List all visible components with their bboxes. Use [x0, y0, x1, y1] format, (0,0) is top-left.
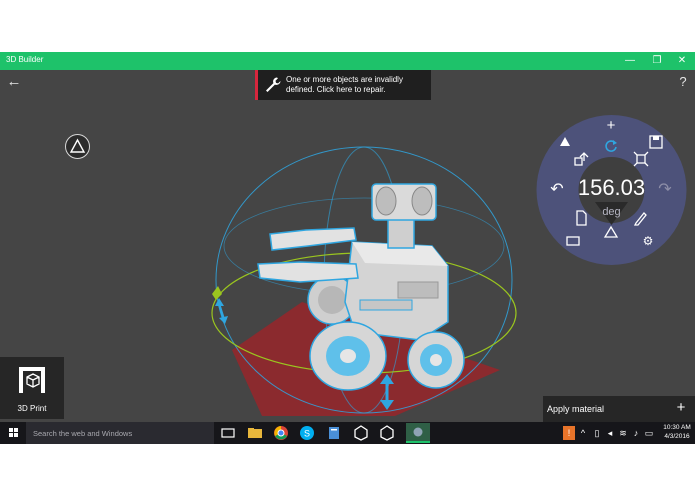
restore-button[interactable]: ❐ [644, 53, 670, 69]
clock-time: 10:30 AM [663, 424, 691, 431]
svg-text:S: S [304, 429, 310, 439]
add-material-button[interactable]: + [673, 399, 689, 417]
chevron-up-icon[interactable]: ^ [577, 426, 589, 440]
file-explorer-icon[interactable] [243, 423, 267, 443]
wrench-icon [266, 77, 281, 92]
scale-icon[interactable] [633, 151, 649, 167]
files-icon[interactable] [322, 423, 346, 443]
app-title: 3D Builder [6, 55, 44, 64]
windows-start-icon[interactable] [3, 424, 23, 442]
title-bar: 3D Builder — ❐ ✕ [0, 52, 695, 70]
minimize-button[interactable]: — [617, 53, 643, 69]
repair-notification[interactable]: One or more objects are invalidly define… [255, 70, 431, 100]
rectangle-icon[interactable] [565, 233, 581, 249]
close-button[interactable]: ✕ [669, 53, 695, 69]
move-icon[interactable] [573, 151, 589, 167]
paint-icon[interactable] [557, 134, 573, 150]
rotate-handle-icon[interactable] [212, 286, 228, 324]
apply-material-label: Apply material [547, 404, 605, 414]
notification-badge-icon[interactable]: ! [563, 426, 575, 440]
apply-material-button[interactable]: Apply material + [543, 396, 695, 422]
speaker-icon[interactable]: ♪ [630, 426, 642, 440]
skype-icon[interactable]: S [295, 423, 319, 443]
wifi-icon[interactable]: ≋ [617, 426, 629, 440]
triangle-mode-button[interactable] [65, 134, 90, 159]
taskbar-search[interactable]: Search the web and Windows [26, 422, 214, 444]
edit-icon[interactable] [633, 210, 649, 226]
3d-print-label: 3D Print [17, 404, 47, 413]
notification-message: One or more objects are invalidly define… [286, 75, 403, 94]
help-button[interactable]: ? [676, 74, 690, 90]
settings-icon[interactable]: ⚙ [640, 233, 656, 249]
undo-button[interactable]: ↶ [549, 182, 565, 198]
3d-print-button[interactable]: 3D Print [0, 357, 64, 419]
taskbar: Search the web and Windows S ! ^ ▯ ◂ ≋ ♪… [0, 422, 695, 444]
task-view-icon[interactable] [216, 423, 240, 443]
radial-tool-dial[interactable]: + ↶ ↷ 156.03 deg ⚙ [535, 114, 688, 266]
save-icon[interactable] [648, 134, 664, 150]
3d-builder-taskbar-icon[interactable] [406, 423, 430, 443]
screen: 3D Builder — ❐ ✕ ← ? One or more objects… [0, 0, 695, 494]
unity-icon[interactable] [375, 423, 399, 443]
triangle-icon [69, 138, 86, 153]
volume-icon[interactable]: ◂ [604, 426, 616, 440]
clock-date: 4/3/2016 [664, 433, 690, 440]
document-icon[interactable] [573, 210, 589, 226]
network-icon[interactable]: ▯ [591, 426, 603, 440]
rotation-value[interactable]: 156.03 [575, 175, 648, 201]
3d-print-icon [19, 367, 45, 393]
redo-button[interactable]: ↷ [657, 182, 673, 198]
unity-icon[interactable] [349, 423, 373, 443]
rotate-icon[interactable] [603, 138, 619, 154]
back-button[interactable]: ← [6, 74, 22, 90]
search-placeholder: Search the web and Windows [33, 429, 133, 438]
message-icon[interactable]: ▭ [643, 426, 655, 440]
taskbar-clock[interactable]: 10:30 AM 4/3/2016 [659, 423, 695, 441]
chrome-icon[interactable] [269, 423, 293, 443]
3d-viewport[interactable]: ← ? One or more objects are invalidly de… [0, 70, 695, 422]
triangle-icon[interactable] [603, 224, 619, 240]
add-button[interactable]: + [603, 118, 619, 134]
